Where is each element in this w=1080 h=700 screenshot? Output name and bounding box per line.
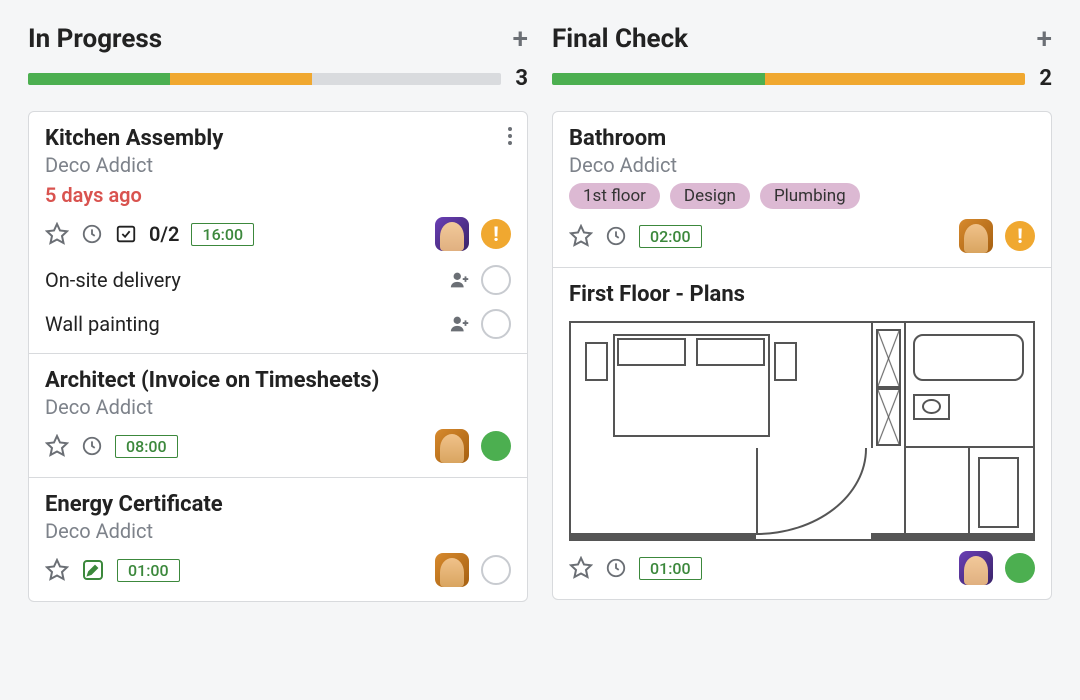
assignee-avatar[interactable]: [959, 219, 993, 253]
subtask-status-dot[interactable]: [481, 309, 511, 339]
star-icon[interactable]: [45, 222, 69, 246]
status-badge[interactable]: [1005, 553, 1035, 583]
add-card-button[interactable]: +: [1036, 25, 1052, 53]
assignee-avatar[interactable]: [435, 429, 469, 463]
assign-user-icon[interactable]: [449, 269, 471, 291]
column-title: In Progress: [28, 24, 162, 54]
assignee-avatar[interactable]: [435, 553, 469, 587]
assign-user-icon[interactable]: [449, 313, 471, 335]
checklist-count: 0/2: [149, 222, 179, 246]
card-title: First Floor - Plans: [569, 282, 1035, 307]
card-title: Energy Certificate: [45, 492, 511, 517]
time-chip[interactable]: 02:00: [639, 225, 702, 248]
kanban-board: In Progress + 3 Kitchen Assembly Deco Ad…: [28, 24, 1052, 602]
column-progress-bar: [552, 73, 1025, 85]
card-overdue: 5 days ago: [45, 183, 511, 207]
status-badge[interactable]: [1005, 221, 1035, 251]
time-chip[interactable]: 01:00: [639, 557, 702, 580]
card-first-floor-plans[interactable]: First Floor - Plans: [553, 268, 1051, 599]
assignee-avatar[interactable]: [959, 551, 993, 585]
tag[interactable]: Plumbing: [760, 183, 860, 209]
card-bathroom[interactable]: Bathroom Deco Addict 1st floor Design Pl…: [553, 112, 1051, 268]
column-progress-bar: [28, 73, 501, 85]
card-title: Bathroom: [569, 126, 1035, 151]
subtask-row: On-site delivery: [45, 265, 511, 295]
status-badge[interactable]: [481, 219, 511, 249]
star-icon[interactable]: [45, 558, 69, 582]
card-subtitle: Deco Addict: [569, 153, 1035, 177]
card-kitchen-assembly[interactable]: Kitchen Assembly Deco Addict 5 days ago …: [29, 112, 527, 354]
status-badge[interactable]: [481, 555, 511, 585]
assignee-avatar[interactable]: [435, 217, 469, 251]
time-chip[interactable]: 01:00: [117, 559, 180, 582]
star-icon[interactable]: [569, 224, 593, 248]
card-menu-icon[interactable]: [507, 126, 513, 146]
column-count: 3: [515, 66, 528, 91]
column-count: 2: [1039, 66, 1052, 91]
card-subtitle: Deco Addict: [45, 395, 511, 419]
card-title: Kitchen Assembly: [45, 126, 511, 151]
card-energy-certificate[interactable]: Energy Certificate Deco Addict 01:00: [29, 478, 527, 601]
card-title: Architect (Invoice on Timesheets): [45, 368, 511, 393]
star-icon[interactable]: [45, 434, 69, 458]
time-chip[interactable]: 08:00: [115, 435, 178, 458]
subtask-row: Wall painting: [45, 309, 511, 339]
floorplan-image: [569, 321, 1035, 541]
card-subtitle: Deco Addict: [45, 519, 511, 543]
column-final-check: Final Check + 2 Bathroom Deco Addict 1st…: [552, 24, 1052, 602]
star-icon[interactable]: [569, 556, 593, 580]
card-architect[interactable]: Architect (Invoice on Timesheets) Deco A…: [29, 354, 527, 478]
tag[interactable]: Design: [670, 183, 750, 209]
tag[interactable]: 1st floor: [569, 183, 660, 209]
column-in-progress: In Progress + 3 Kitchen Assembly Deco Ad…: [28, 24, 528, 602]
subtask-text: On-site delivery: [45, 268, 181, 292]
edit-note-icon[interactable]: [81, 558, 105, 582]
subtask-text: Wall painting: [45, 312, 160, 336]
status-badge[interactable]: [481, 431, 511, 461]
clock-icon[interactable]: [81, 223, 103, 245]
time-chip[interactable]: 16:00: [191, 223, 254, 246]
clock-icon[interactable]: [605, 557, 627, 579]
clock-icon[interactable]: [81, 435, 103, 457]
column-title: Final Check: [552, 24, 688, 54]
add-card-button[interactable]: +: [512, 25, 528, 53]
clock-icon[interactable]: [605, 225, 627, 247]
subtask-status-dot[interactable]: [481, 265, 511, 295]
checklist-icon[interactable]: [115, 223, 137, 245]
card-subtitle: Deco Addict: [45, 153, 511, 177]
